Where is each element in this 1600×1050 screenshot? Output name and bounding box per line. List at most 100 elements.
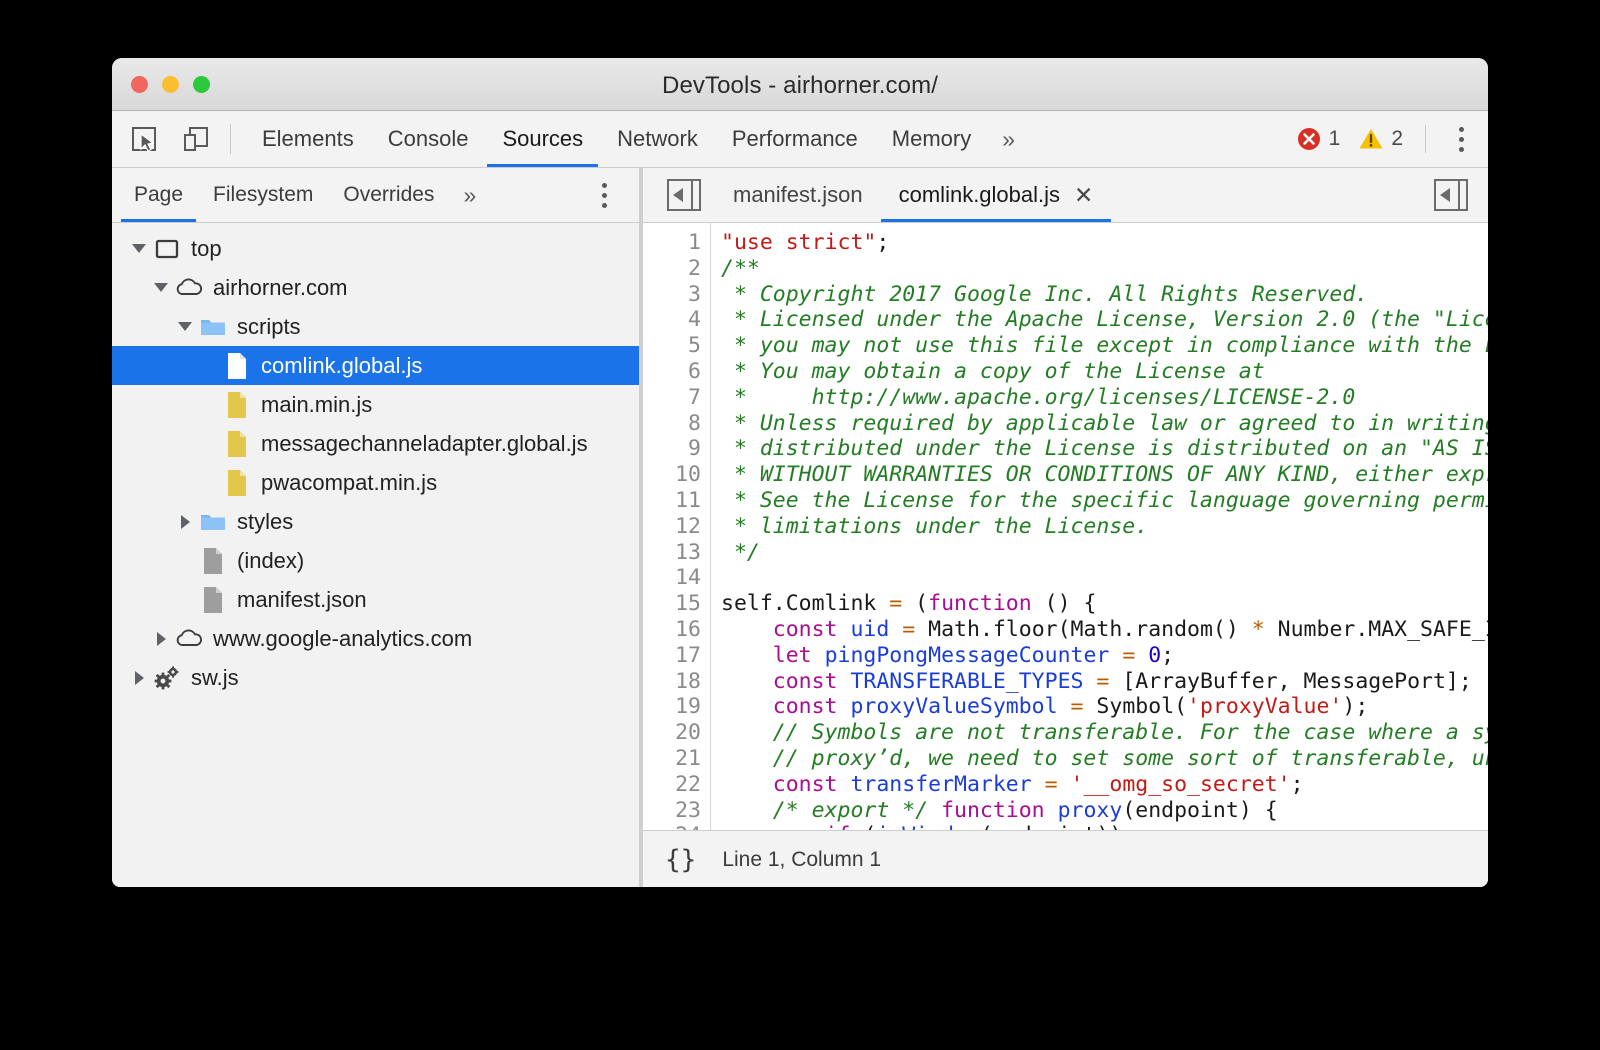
tree-item-sw-js[interactable]: sw.js (112, 658, 639, 697)
code-token: // proxy’d, we need to set some sort of … (721, 746, 1488, 771)
code-token (1045, 798, 1058, 823)
code-token: ; (1291, 772, 1304, 797)
line-number: 2 (643, 256, 701, 282)
tab-sources[interactable]: Sources (485, 112, 600, 167)
code-token: "use strict" (721, 230, 876, 255)
tree-item-label: www.google-analytics.com (213, 628, 472, 650)
code-line: /* export */ function proxy(endpoint) { (721, 798, 1488, 824)
code-token (838, 772, 851, 797)
tab-performance[interactable]: Performance (715, 112, 875, 167)
tree-item-pwacompat-min-js[interactable]: pwacompat.min.js (112, 463, 639, 502)
cursor-position-label: Line 1, Column 1 (722, 848, 881, 872)
code-line: let pingPongMessageCounter = 0; (721, 643, 1488, 669)
code-token: * you may not use this file except in co… (721, 333, 1488, 358)
tree-item-messagechanneladapter-global-js[interactable]: messagechanneladapter.global.js (112, 424, 639, 463)
code-token: isWindow (876, 823, 980, 830)
code-token: [ArrayBuffer, MessagePort]; (1109, 669, 1471, 694)
navigator-kebab-menu-icon[interactable] (587, 183, 621, 208)
line-number: 18 (643, 669, 701, 695)
code-token: ; (1161, 643, 1174, 668)
code-token: proxy (1058, 798, 1123, 823)
more-panels-chevron-icon[interactable]: » (988, 126, 1029, 153)
code-token: = (889, 591, 902, 616)
show-navigator-icon[interactable] (667, 179, 701, 211)
code-content[interactable]: "use strict";/** * Copyright 2017 Google… (711, 223, 1488, 830)
code-token (812, 643, 825, 668)
editor-tab-manifest-json[interactable]: manifest.json (715, 169, 881, 222)
code-token (1135, 643, 1148, 668)
tree-item-airhorner[interactable]: airhorner.com (112, 268, 639, 307)
code-token: uid (850, 617, 889, 642)
kebab-menu-icon[interactable] (1444, 127, 1478, 152)
line-number: 13 (643, 540, 701, 566)
code-line: const uid = Math.floor(Math.random() * N… (721, 617, 1488, 643)
twisty-down-icon[interactable] (174, 316, 196, 338)
code-token: const (773, 669, 838, 694)
code-token: function (941, 798, 1045, 823)
code-token (1058, 772, 1071, 797)
tree-item-label: main.min.js (261, 394, 372, 416)
pretty-print-icon[interactable]: {} (665, 845, 696, 875)
code-line: * You may obtain a copy of the License a… (721, 359, 1488, 385)
show-debugger-icon[interactable] (1434, 179, 1468, 211)
sources-editor-panel: manifest.json comlink.global.js ✕ 123456… (643, 168, 1488, 887)
line-number: 4 (643, 307, 701, 333)
nav-tab-page[interactable]: Page (119, 169, 198, 222)
window-titlebar: DevTools - airhorner.com/ (112, 58, 1488, 111)
code-line: self.Comlink = (function () { (721, 591, 1488, 617)
twisty-right-icon[interactable] (128, 667, 150, 689)
nav-tab-overrides[interactable]: Overrides (328, 169, 449, 222)
nav-tab-filesystem[interactable]: Filesystem (198, 169, 328, 222)
code-token (1083, 669, 1096, 694)
tree-item-label: comlink.global.js (261, 355, 422, 377)
line-number: 1 (643, 230, 701, 256)
code-line: * limitations under the License. (721, 514, 1488, 540)
tree-item-scripts[interactable]: scripts (112, 307, 639, 346)
code-token: * Unless required by applicable law or a… (721, 411, 1488, 436)
code-token: ( (902, 591, 928, 616)
device-toolbar-icon[interactable] (176, 119, 216, 159)
inspect-element-icon[interactable] (124, 119, 164, 159)
tree-item-styles[interactable]: styles (112, 502, 639, 541)
line-number: 15 (643, 591, 701, 617)
error-badge[interactable]: 1 (1296, 126, 1341, 152)
tree-item-manifest-json[interactable]: manifest.json (112, 580, 639, 619)
editor-tab-comlink-global-js[interactable]: comlink.global.js ✕ (881, 169, 1112, 222)
tree-item-label: messagechanneladapter.global.js (261, 433, 588, 455)
tree-item-main-min-js[interactable]: main.min.js (112, 385, 639, 424)
code-token: (endpoint)) (980, 823, 1122, 830)
code-token (721, 694, 773, 719)
code-token (838, 617, 851, 642)
code-line: * you may not use this file except in co… (721, 333, 1488, 359)
code-editor[interactable]: 123456789101112131415161718192021222324 … (643, 223, 1488, 830)
twisty-right-icon[interactable] (174, 511, 196, 533)
code-line: * Copyright 2017 Google Inc. All Rights … (721, 282, 1488, 308)
close-tab-icon[interactable]: ✕ (1074, 182, 1093, 209)
warning-badge[interactable]: 2 (1358, 126, 1403, 152)
code-line: const TRANSFERABLE_TYPES = [ArrayBuffer,… (721, 669, 1488, 695)
code-token: = (1096, 669, 1109, 694)
tab-console[interactable]: Console (371, 112, 486, 167)
code-token: function (928, 591, 1032, 616)
tree-item-index[interactable]: (index) (112, 541, 639, 580)
more-navigator-tabs-chevron-icon[interactable]: » (449, 182, 490, 209)
twisty-down-icon[interactable] (128, 238, 150, 260)
tab-memory[interactable]: Memory (875, 112, 988, 167)
code-token: 0 (1148, 643, 1161, 668)
tree-item-top[interactable]: top (112, 229, 639, 268)
tree-item-label: top (191, 238, 222, 260)
code-line: "use strict"; (721, 230, 1488, 256)
twisty-right-icon[interactable] (150, 628, 172, 650)
twisty-down-icon[interactable] (150, 277, 172, 299)
code-token: if (825, 823, 851, 830)
line-number: 22 (643, 772, 701, 798)
line-number: 19 (643, 694, 701, 720)
tree-item-comlink-global-js[interactable]: comlink.global.js (112, 346, 639, 385)
window-title: DevTools - airhorner.com/ (112, 72, 1488, 100)
code-token: * (1252, 617, 1265, 642)
tab-elements[interactable]: Elements (245, 112, 371, 167)
line-number: 8 (643, 411, 701, 437)
tab-network[interactable]: Network (600, 112, 715, 167)
line-number: 23 (643, 798, 701, 824)
tree-item-google-analytics[interactable]: www.google-analytics.com (112, 619, 639, 658)
